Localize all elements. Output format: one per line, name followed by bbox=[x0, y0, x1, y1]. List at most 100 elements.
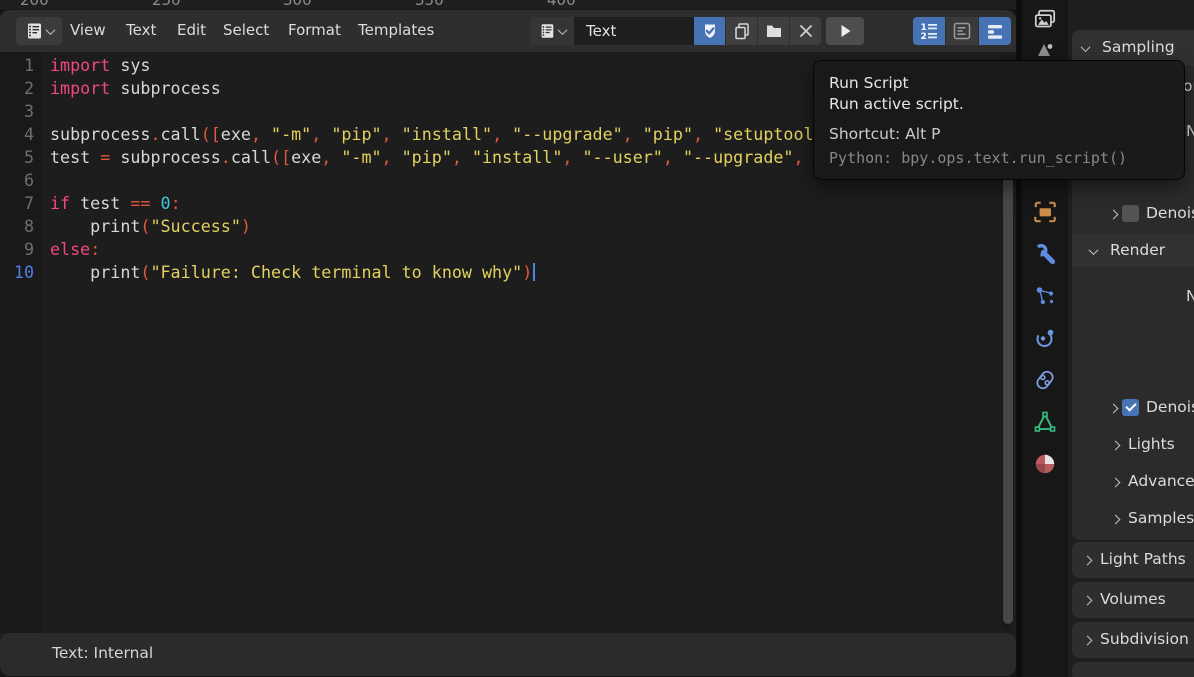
menu-view[interactable]: View bbox=[70, 21, 106, 39]
syntax-highlight-toggle[interactable] bbox=[946, 17, 978, 45]
code-token: , bbox=[623, 124, 633, 144]
editor-type-dropdown[interactable] bbox=[16, 17, 62, 45]
menu-edit[interactable]: Edit bbox=[177, 21, 206, 39]
chevron-down-icon bbox=[46, 25, 56, 35]
code-token: "-m" bbox=[271, 124, 311, 144]
line-number: 10 bbox=[0, 261, 34, 284]
code-token: , bbox=[663, 147, 673, 167]
run-script-button[interactable] bbox=[826, 17, 864, 45]
code-text: import sys bbox=[50, 55, 150, 75]
object-data-properties-tab[interactable] bbox=[1022, 402, 1068, 442]
code-token bbox=[703, 124, 713, 144]
render-subpanel-header[interactable]: Render bbox=[1072, 233, 1194, 267]
code-token bbox=[572, 147, 582, 167]
unlink-text-button[interactable] bbox=[790, 17, 821, 45]
tooltip-python: Python: bpy.ops.text.run_script() bbox=[829, 149, 1127, 167]
menu-format[interactable]: Format bbox=[288, 21, 341, 39]
panel-label: Samples bbox=[1128, 509, 1194, 527]
code-token: "Failure: Check terminal to know why" bbox=[150, 262, 522, 282]
code-token: exe bbox=[221, 124, 251, 144]
code-token: "pip" bbox=[402, 147, 452, 167]
close-x-icon bbox=[798, 23, 814, 39]
panel-label: Advanced bbox=[1128, 472, 1194, 490]
denoise-viewport-checkbox[interactable] bbox=[1122, 205, 1139, 222]
panel-label: Volumes bbox=[1100, 590, 1166, 608]
code-token: "setuptool bbox=[713, 124, 813, 144]
menu-select[interactable]: Select bbox=[223, 21, 269, 39]
panel-label: Sampling bbox=[1102, 38, 1175, 56]
advanced-subpanel-row[interactable]: Advanced bbox=[1072, 464, 1194, 500]
physics-icon bbox=[1033, 326, 1057, 350]
line-number: 1 bbox=[0, 54, 34, 77]
particle-properties-tab[interactable] bbox=[1022, 276, 1068, 316]
fake-user-shield-toggle[interactable] bbox=[694, 17, 725, 45]
next-panel-sliver[interactable] bbox=[1072, 662, 1194, 677]
menu-templates[interactable]: Templates bbox=[358, 21, 434, 39]
code-text: subprocess.call([exe, "-m", "pip", "inst… bbox=[50, 124, 814, 144]
code-line[interactable]: 8 print("Success") bbox=[0, 215, 1016, 238]
object-properties-tab[interactable] bbox=[1022, 192, 1068, 232]
code-line[interactable]: 10 print("Failure: Check terminal to kno… bbox=[0, 261, 1016, 284]
open-text-button[interactable] bbox=[758, 17, 789, 45]
subdivision-panel-header[interactable]: Subdivision bbox=[1072, 622, 1194, 658]
code-token: ([ bbox=[201, 124, 221, 144]
panel-label: Light Paths bbox=[1100, 550, 1186, 568]
open-folder-icon bbox=[764, 21, 784, 41]
line-numbers-icon: 1 2 bbox=[919, 22, 939, 40]
word-wrap-toggle[interactable] bbox=[979, 17, 1011, 45]
code-token: , bbox=[452, 147, 462, 167]
line-numbers-toggle[interactable]: 1 2 bbox=[913, 17, 945, 45]
code-token bbox=[321, 124, 331, 144]
blender-window: 200 250 300 350 400 View Text Edit S bbox=[0, 0, 1194, 677]
chevron-right-icon bbox=[1111, 478, 1121, 488]
chevron-down-icon bbox=[1081, 42, 1091, 52]
material-sphere-icon bbox=[1032, 451, 1058, 477]
tooltip-title: Run Script bbox=[829, 74, 909, 92]
code-token bbox=[462, 147, 472, 167]
denoise-render-row[interactable]: Denoise bbox=[1072, 390, 1194, 426]
code-token: call bbox=[231, 147, 271, 167]
volumes-panel-header[interactable]: Volumes bbox=[1072, 582, 1194, 618]
code-text: else: bbox=[50, 239, 100, 259]
ruler-tick: 400 bbox=[547, 0, 576, 9]
datablock-name-field[interactable] bbox=[574, 17, 694, 45]
code-token: 0 bbox=[161, 193, 171, 213]
code-token: , bbox=[562, 147, 572, 167]
menu-text[interactable]: Text bbox=[126, 21, 156, 39]
text-datablock-icon bbox=[538, 22, 556, 40]
text-editor-header: View Text Edit Select Format Templates bbox=[0, 10, 1016, 52]
code-line[interactable]: 9else: bbox=[0, 238, 1016, 261]
checkbox-label: Denoise bbox=[1146, 204, 1194, 222]
code-token: . bbox=[221, 147, 231, 167]
tooltip-shortcut: Shortcut: Alt P bbox=[829, 125, 940, 143]
code-token: "--upgrade" bbox=[683, 147, 794, 167]
code-token: "install" bbox=[402, 124, 492, 144]
word-wrap-icon bbox=[986, 22, 1004, 40]
code-line[interactable]: 7if test == 0: bbox=[0, 192, 1016, 215]
chevron-down-icon bbox=[558, 25, 568, 35]
lights-subpanel-row[interactable]: Lights bbox=[1072, 427, 1194, 463]
line-number: 2 bbox=[0, 77, 34, 100]
modifier-properties-tab[interactable] bbox=[1022, 234, 1068, 274]
code-token: test bbox=[70, 193, 130, 213]
code-token: , bbox=[321, 147, 331, 167]
text-datablock-dropdown[interactable] bbox=[530, 17, 574, 45]
denoise-render-checkbox[interactable] bbox=[1122, 399, 1139, 416]
light-paths-panel-header[interactable]: Light Paths bbox=[1072, 542, 1194, 578]
constraint-properties-tab[interactable] bbox=[1022, 360, 1068, 400]
physics-properties-tab[interactable] bbox=[1022, 318, 1068, 358]
denoise-viewport-row[interactable]: Denoise bbox=[1072, 196, 1194, 232]
code-token: , bbox=[251, 124, 261, 144]
svg-text:2: 2 bbox=[921, 32, 927, 40]
code-token: ( bbox=[140, 216, 150, 236]
material-properties-tab[interactable] bbox=[1022, 444, 1068, 484]
samples-subpanel-row[interactable]: Samples bbox=[1072, 501, 1194, 537]
code-token: = bbox=[100, 147, 110, 167]
chevron-right-icon bbox=[1109, 404, 1119, 414]
code-token: , bbox=[382, 124, 392, 144]
chevron-right-icon bbox=[1083, 596, 1093, 606]
ruler-tick: 300 bbox=[283, 0, 312, 9]
line-number: 7 bbox=[0, 192, 34, 215]
checkbox-label: Denoise bbox=[1146, 398, 1194, 416]
new-text-button[interactable] bbox=[726, 17, 757, 45]
